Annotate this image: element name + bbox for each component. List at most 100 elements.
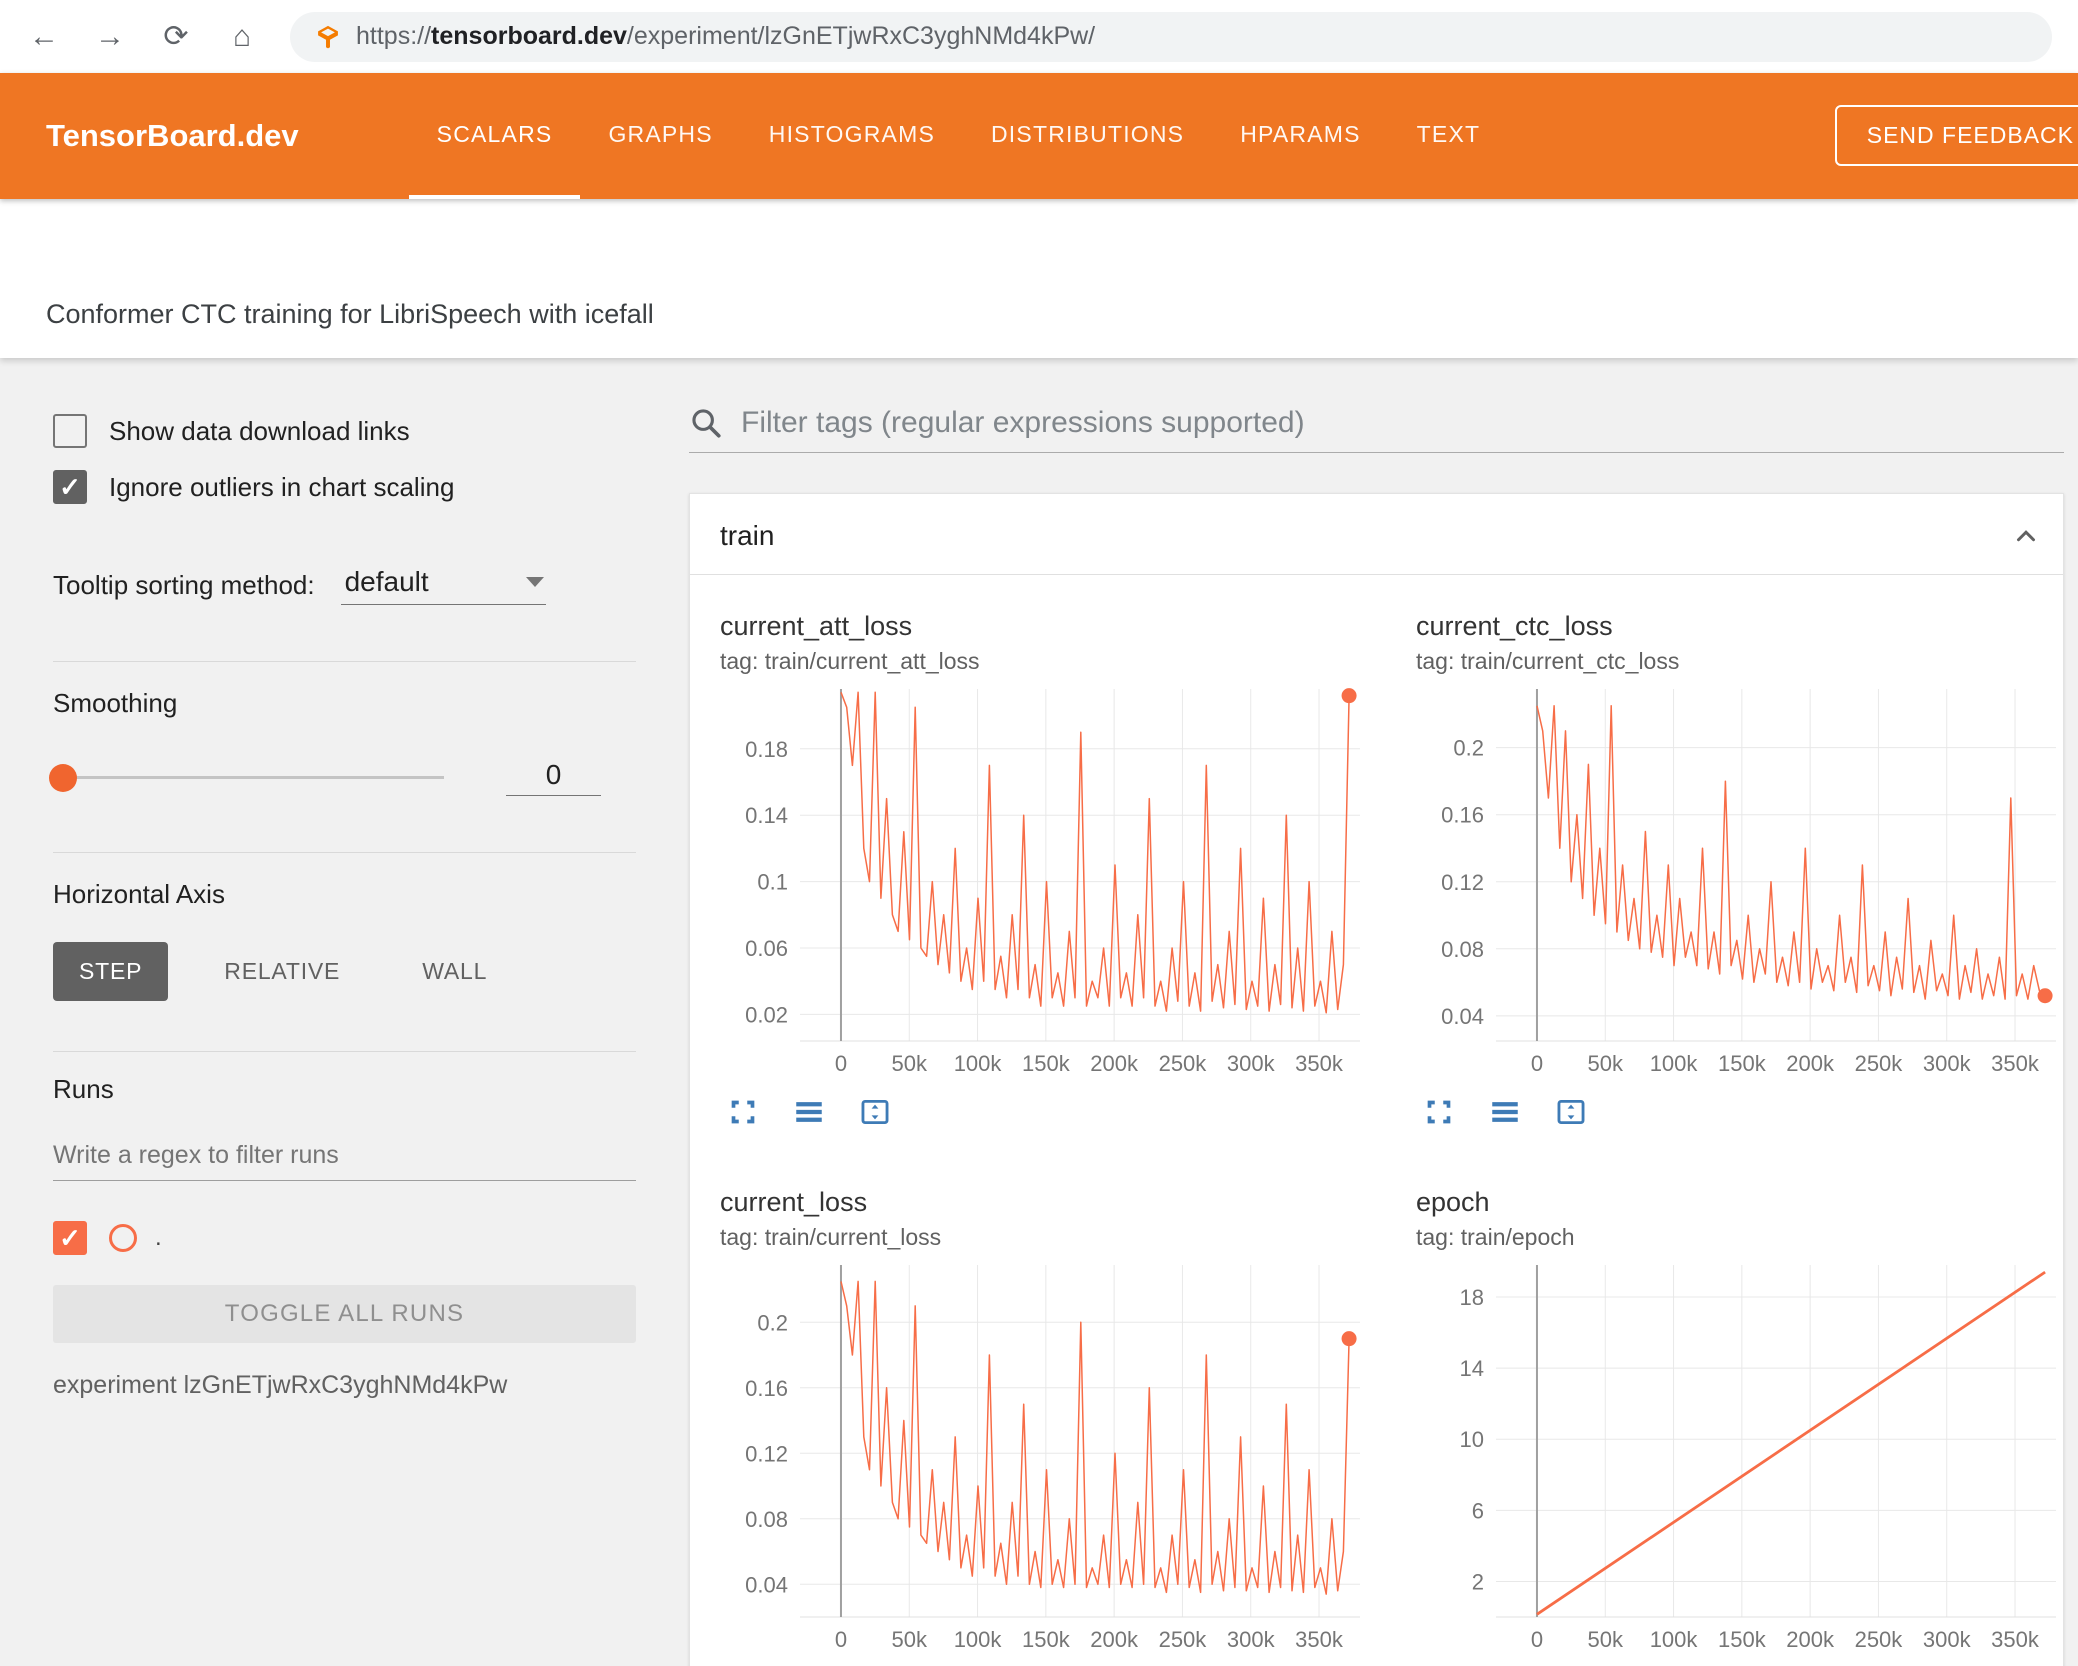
divider bbox=[53, 852, 636, 853]
svg-text:100k: 100k bbox=[1650, 1627, 1699, 1652]
svg-text:0.02: 0.02 bbox=[745, 1002, 788, 1027]
runs-label: Runs bbox=[53, 1074, 114, 1104]
tooltip-sort-row: Tooltip sorting method: default bbox=[53, 566, 636, 605]
reload-icon[interactable]: ⟳ bbox=[158, 19, 194, 54]
line-chart[interactable]: 0 50k 100k 150k 200k 250k 300k 350k 0.02 0.06 0.1 0… bbox=[720, 683, 1372, 1081]
chart-tag: tag: train/current_ctc_loss bbox=[1416, 648, 1680, 674]
ignore-outliers-row: ✓ Ignore outliers in chart scaling bbox=[53, 470, 636, 504]
run-name: . bbox=[155, 1224, 162, 1251]
experiment-title: Conformer CTC training for LibriSpeech w… bbox=[46, 299, 654, 329]
svg-text:300k: 300k bbox=[1227, 1051, 1276, 1076]
smoothing-label: Smoothing bbox=[53, 688, 178, 718]
chart-title: current_att_loss bbox=[720, 611, 913, 641]
tab-graphs[interactable]: GRAPHS bbox=[580, 73, 740, 199]
svg-text:350k: 350k bbox=[1991, 1627, 2040, 1652]
ignore-outliers-label: Ignore outliers in chart scaling bbox=[109, 471, 455, 502]
search-icon bbox=[692, 409, 721, 438]
chart-title: current_ctc_loss bbox=[1416, 611, 1613, 641]
show-download-links-row: ✓ Show data download links bbox=[53, 414, 636, 448]
axis-wall-button[interactable]: WALL bbox=[396, 942, 513, 1001]
tab-distributions[interactable]: DISTRIBUTIONS bbox=[963, 73, 1212, 199]
line-chart[interactable]: 0 50k 100k 150k 200k 250k 300k 350k 0.04 0.08 0.12… bbox=[720, 1259, 1372, 1657]
smoothing-slider[interactable] bbox=[49, 763, 444, 792]
tooltip-sort-label: Tooltip sorting method: bbox=[53, 570, 315, 600]
forward-icon[interactable]: → bbox=[92, 20, 128, 54]
smoothing-value-field[interactable] bbox=[506, 759, 601, 796]
line-chart[interactable]: 0 50k 100k 150k 200k 250k 300k 350k 0.04 0.08 0.12… bbox=[1416, 683, 2068, 1081]
run-color-swatch[interactable] bbox=[109, 1224, 137, 1252]
svg-text:100k: 100k bbox=[954, 1051, 1003, 1076]
runs-filter-input[interactable] bbox=[53, 1141, 636, 1181]
axis-step-button[interactable]: STEP bbox=[53, 942, 169, 1001]
svg-text:50k: 50k bbox=[1588, 1627, 1624, 1652]
tooltip-sort-value: default bbox=[344, 566, 429, 597]
fit-domain-icon[interactable] bbox=[1552, 1093, 1590, 1131]
chart-tag: tag: train/current_loss bbox=[720, 1224, 942, 1250]
brand-title: TensorBoard.dev bbox=[46, 118, 299, 153]
tab-text[interactable]: TEXT bbox=[1389, 73, 1509, 199]
expand-chart-icon[interactable] bbox=[1420, 1093, 1458, 1131]
horizontal-axis-label: Horizontal Axis bbox=[53, 879, 225, 909]
tensorboard-favicon bbox=[318, 25, 338, 48]
smoothing-slider-knob[interactable] bbox=[49, 763, 77, 792]
back-icon[interactable]: ← bbox=[26, 20, 62, 54]
tab-scalars[interactable]: SCALARS bbox=[408, 73, 581, 199]
svg-text:0: 0 bbox=[1531, 1627, 1543, 1652]
experiment-id-label: experiment lzGnETjwRxC3yghNMd4kPw bbox=[53, 1371, 508, 1399]
svg-text:250k: 250k bbox=[1159, 1627, 1208, 1652]
run-row: ✓ . bbox=[53, 1221, 636, 1255]
svg-text:0.06: 0.06 bbox=[745, 936, 788, 961]
tab-histograms[interactable]: HISTOGRAMS bbox=[741, 73, 963, 199]
svg-text:150k: 150k bbox=[1022, 1051, 1071, 1076]
svg-text:250k: 250k bbox=[1159, 1051, 1208, 1076]
ignore-outliers-checkbox[interactable]: ✓ bbox=[53, 470, 87, 504]
svg-text:2: 2 bbox=[1472, 1569, 1484, 1594]
svg-text:150k: 150k bbox=[1718, 1051, 1767, 1076]
axis-relative-button[interactable]: RELATIVE bbox=[198, 942, 366, 1001]
svg-text:10: 10 bbox=[1460, 1427, 1484, 1452]
svg-text:14: 14 bbox=[1460, 1356, 1484, 1381]
toggle-all-runs-button[interactable]: TOGGLE ALL RUNS bbox=[53, 1285, 636, 1343]
svg-text:0.2: 0.2 bbox=[757, 1310, 788, 1335]
chart-toolbar bbox=[1416, 1093, 2076, 1131]
line-chart[interactable]: 0 50k 100k 150k 200k 250k 300k 350k 2 6 10 14 18 bbox=[1416, 1259, 2068, 1657]
chart-card-epoch: epoch tag: train/epoch 0 50k 100k 150k 200k 2… bbox=[1416, 1187, 2076, 1666]
svg-text:300k: 300k bbox=[1227, 1627, 1276, 1652]
nav-tabs: SCALARS GRAPHS HISTOGRAMS DISTRIBUTIONS … bbox=[408, 73, 1509, 199]
svg-text:0.08: 0.08 bbox=[745, 1507, 788, 1532]
svg-text:0.16: 0.16 bbox=[745, 1376, 788, 1401]
view-data-icon[interactable] bbox=[790, 1093, 828, 1131]
svg-text:200k: 200k bbox=[1090, 1627, 1139, 1652]
svg-text:300k: 300k bbox=[1923, 1051, 1972, 1076]
svg-text:0.2: 0.2 bbox=[1453, 736, 1484, 761]
view-data-icon[interactable] bbox=[1486, 1093, 1524, 1131]
chart-tag: tag: train/current_att_loss bbox=[720, 648, 980, 674]
show-download-links-checkbox[interactable]: ✓ bbox=[53, 414, 87, 448]
horizontal-axis-buttons: STEP RELATIVE WALL bbox=[53, 942, 636, 1001]
run-checkbox[interactable]: ✓ bbox=[53, 1221, 87, 1255]
chart-card-current-att-loss: current_att_loss tag: train/current_att_… bbox=[720, 611, 1380, 1131]
svg-text:0: 0 bbox=[1531, 1051, 1543, 1076]
svg-text:0.18: 0.18 bbox=[745, 737, 788, 762]
chevron-up-icon[interactable] bbox=[2011, 521, 2041, 551]
settings-sidebar: ✓ Show data download links ✓ Ignore outl… bbox=[0, 358, 663, 1666]
tab-hparams[interactable]: HPARAMS bbox=[1212, 73, 1388, 199]
experiment-title-bar: Conformer CTC training for LibriSpeech w… bbox=[0, 199, 2078, 358]
train-group-header[interactable]: train bbox=[690, 494, 2063, 575]
send-feedback-button[interactable]: SEND FEEDBACK bbox=[1834, 105, 2078, 166]
svg-text:200k: 200k bbox=[1090, 1051, 1139, 1076]
svg-text:0: 0 bbox=[835, 1627, 847, 1652]
url-bar[interactable]: https://tensorboard.dev/experiment/lzGnE… bbox=[290, 11, 2052, 62]
svg-text:50k: 50k bbox=[1588, 1051, 1624, 1076]
main-panel: train current_att_loss tag: train/curren… bbox=[663, 358, 2078, 1666]
filter-tags-input[interactable] bbox=[741, 406, 2064, 440]
svg-text:6: 6 bbox=[1472, 1498, 1484, 1523]
browser-chrome: ← → ⟳ ⌂ https://tensorboard.dev/experime… bbox=[0, 0, 2078, 73]
expand-chart-icon[interactable] bbox=[724, 1093, 762, 1131]
fit-domain-icon[interactable] bbox=[856, 1093, 894, 1131]
tooltip-sort-select[interactable]: default bbox=[340, 566, 546, 605]
svg-text:0.1: 0.1 bbox=[757, 870, 788, 895]
divider bbox=[53, 1051, 636, 1052]
home-icon[interactable]: ⌂ bbox=[224, 20, 260, 54]
svg-text:250k: 250k bbox=[1855, 1627, 1904, 1652]
